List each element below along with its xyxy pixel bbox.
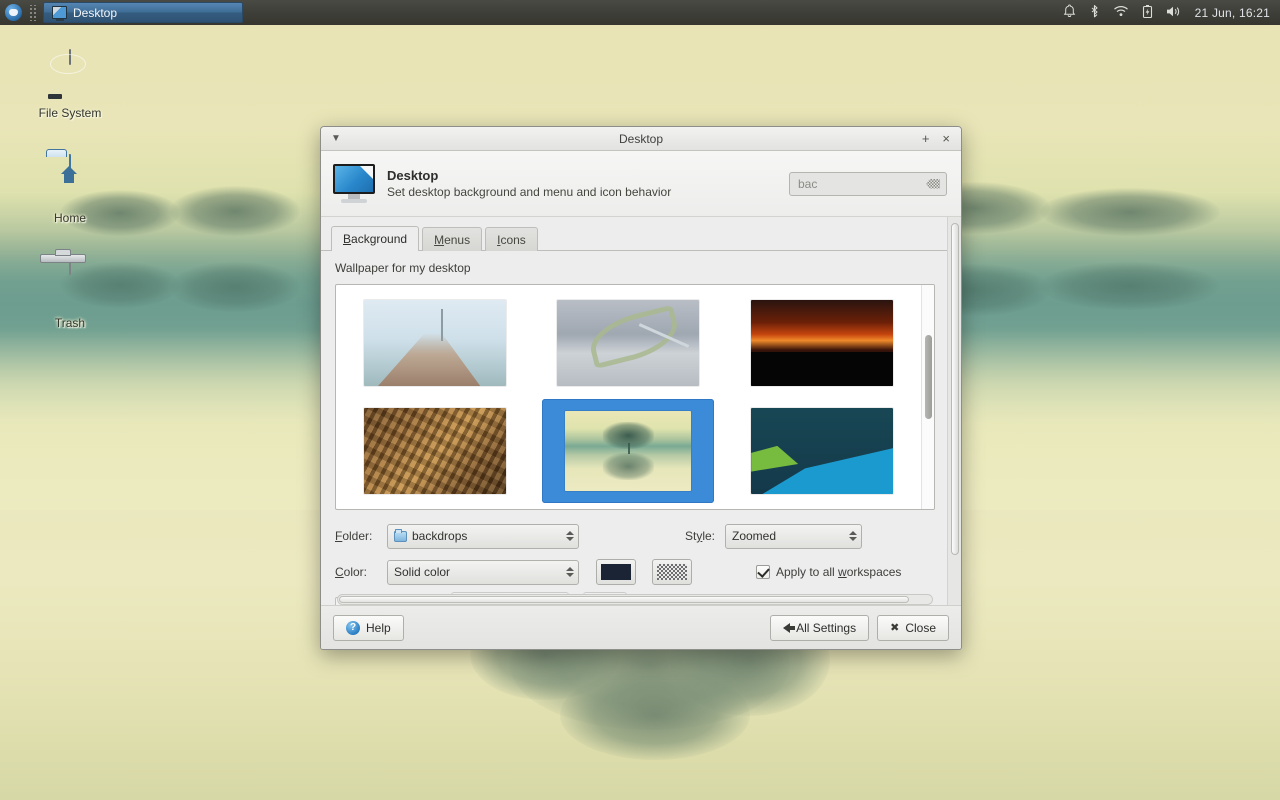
desktop-icon-home[interactable]: Home <box>20 154 120 225</box>
tab-menus-label: enus <box>444 232 471 247</box>
background-options: Folder: backdrops Style: Zoomed Color: S… <box>335 510 935 605</box>
search-input[interactable] <box>790 176 946 191</box>
xfce-mouse-logo-icon[interactable] <box>5 4 22 21</box>
clock[interactable]: 21 Jun, 16:21 <box>1195 6 1270 20</box>
all-settings-button[interactable]: All Settings <box>770 614 870 641</box>
help-button[interactable]: ? Help <box>333 614 404 641</box>
search-field[interactable] <box>789 171 947 196</box>
scrollbar-thumb[interactable] <box>339 596 910 603</box>
folder-label: Folder: <box>335 529 373 543</box>
wallpaper-section-label: Wallpaper for my desktop <box>335 261 471 275</box>
clipped-options-row <box>335 589 935 605</box>
folder-row: Folder: backdrops Style: Zoomed <box>335 521 935 551</box>
bell-icon[interactable] <box>1063 4 1076 21</box>
back-arrow-icon <box>783 622 796 633</box>
help-button-label: Help <box>366 620 391 635</box>
battery-icon[interactable] <box>1142 4 1153 22</box>
close-icon[interactable]: × <box>942 132 950 145</box>
spinner-icon[interactable] <box>841 531 857 541</box>
style-combobox[interactable]: Zoomed <box>725 523 862 549</box>
wallpaper-thumb-tree-reflection[interactable] <box>565 411 692 491</box>
background-pane: Wallpaper for my desktop Folder: backdro… <box>321 251 947 605</box>
tab-icons[interactable]: Icons <box>485 227 538 251</box>
color-value: Solid color <box>394 565 451 579</box>
panel-grip-icon[interactable] <box>28 4 37 21</box>
checkbox-box[interactable] <box>756 565 770 579</box>
desktop-window-icon <box>52 6 67 21</box>
wallpaper-grid <box>336 285 921 509</box>
folder-value: backdrops <box>412 529 468 543</box>
top-panel: Desktop 21 Jun, 16:21 <box>0 0 1280 25</box>
dialog-vertical-scrollbar[interactable] <box>947 217 961 605</box>
wallpaper-item[interactable] <box>736 291 908 395</box>
trash-can-icon <box>44 259 96 312</box>
home-folder-icon <box>44 154 96 207</box>
style-value: Zoomed <box>732 529 777 543</box>
wallpaper-thumb-red-sunset[interactable] <box>751 300 894 386</box>
tab-icons-label: cons <box>500 232 526 247</box>
horizontal-scrollbar[interactable] <box>335 594 935 605</box>
pattern-swatch-button[interactable] <box>652 559 692 585</box>
wallpaper-list[interactable] <box>335 284 935 510</box>
scrollbar-thumb[interactable] <box>925 335 932 419</box>
wallpaper-item[interactable] <box>349 291 521 395</box>
dialog-header: Desktop Set desktop background and menu … <box>321 151 961 217</box>
system-tray: 21 Jun, 16:21 <box>1063 4 1280 22</box>
desktop-icon-trash[interactable]: Trash <box>20 259 120 330</box>
wallpaper-thumb-stone-carving[interactable] <box>363 408 506 494</box>
desktop-icon-label: Trash <box>54 316 86 330</box>
settings-content: Background Menus Icons Wallpaper for my … <box>321 217 947 605</box>
wallpaper-thumb-blue-geometric[interactable] <box>751 408 894 494</box>
tab-background[interactable]: Background <box>331 226 420 251</box>
folder-combobox[interactable]: backdrops <box>387 523 579 549</box>
maximize-icon[interactable]: + <box>922 132 930 145</box>
wallpaper-thumb-foggy-railway[interactable] <box>363 300 506 386</box>
desktop-wallpaper-monitor-icon <box>333 163 375 204</box>
close-button-label: Close <box>905 620 936 635</box>
close-button[interactable]: ✖ Close <box>877 614 949 641</box>
scrollbar-thumb[interactable] <box>951 223 959 555</box>
spinner-icon[interactable] <box>558 531 574 541</box>
wallpaper-item[interactable] <box>542 291 714 395</box>
window-menu-icon[interactable]: ▼ <box>331 133 341 144</box>
taskbar-button-desktop[interactable]: Desktop <box>43 2 243 23</box>
taskbar-button-label: Desktop <box>73 5 118 20</box>
help-icon: ? <box>346 620 360 635</box>
color-row: Color: Solid color Apply to all workspac… <box>335 557 935 587</box>
tab-background-label: ackground <box>351 232 408 246</box>
dialog-body: Background Menus Icons Wallpaper for my … <box>321 217 961 605</box>
tab-menus[interactable]: Menus <box>422 227 483 251</box>
apply-all-workspaces-checkbox[interactable]: Apply to all workspaces <box>756 565 901 579</box>
wallpaper-item-selected[interactable] <box>542 399 715 503</box>
hard-drive-icon <box>44 49 96 102</box>
wallpaper-list-scrollbar[interactable] <box>921 285 934 509</box>
bluetooth-icon[interactable] <box>1089 4 1100 22</box>
all-settings-button-label: All Settings <box>796 620 857 635</box>
wallpaper-item[interactable] <box>349 399 521 503</box>
volume-icon[interactable] <box>1166 5 1182 21</box>
spinner-icon[interactable] <box>558 567 574 577</box>
apply-all-workspaces-label: Apply to all workspaces <box>776 565 902 579</box>
desktop-settings-window: ▼ Desktop + × Desktop Set desktop backgr… <box>320 126 962 650</box>
wallpaper-thumb-frosted-branch[interactable] <box>557 300 700 386</box>
color-combobox[interactable]: Solid color <box>387 559 579 585</box>
color-label: Color: <box>335 565 368 579</box>
desktop-icon-file-system[interactable]: File System <box>20 49 120 120</box>
close-x-icon: ✖ <box>890 622 900 634</box>
style-label: Style: <box>685 529 716 543</box>
window-title: Desktop <box>618 131 664 146</box>
solid-color-swatch-button[interactable] <box>596 559 636 585</box>
tab-menus-mnemonic: M <box>434 232 445 247</box>
wallpaper-item[interactable] <box>736 399 908 503</box>
tab-background-mnemonic: B <box>343 232 352 246</box>
wifi-icon[interactable] <box>1113 5 1129 20</box>
dialog-footer: ? Help All Settings ✖ Close <box>321 605 961 649</box>
page-subtitle: Set desktop background and menu and icon… <box>387 185 672 199</box>
page-title: Desktop <box>387 168 439 183</box>
folder-icon <box>394 528 407 542</box>
desktop-icon-label: File System <box>38 106 102 120</box>
window-titlebar[interactable]: ▼ Desktop + × <box>321 127 961 151</box>
tab-bar: Background Menus Icons <box>321 225 947 251</box>
desktop-icon-label: Home <box>53 211 86 225</box>
